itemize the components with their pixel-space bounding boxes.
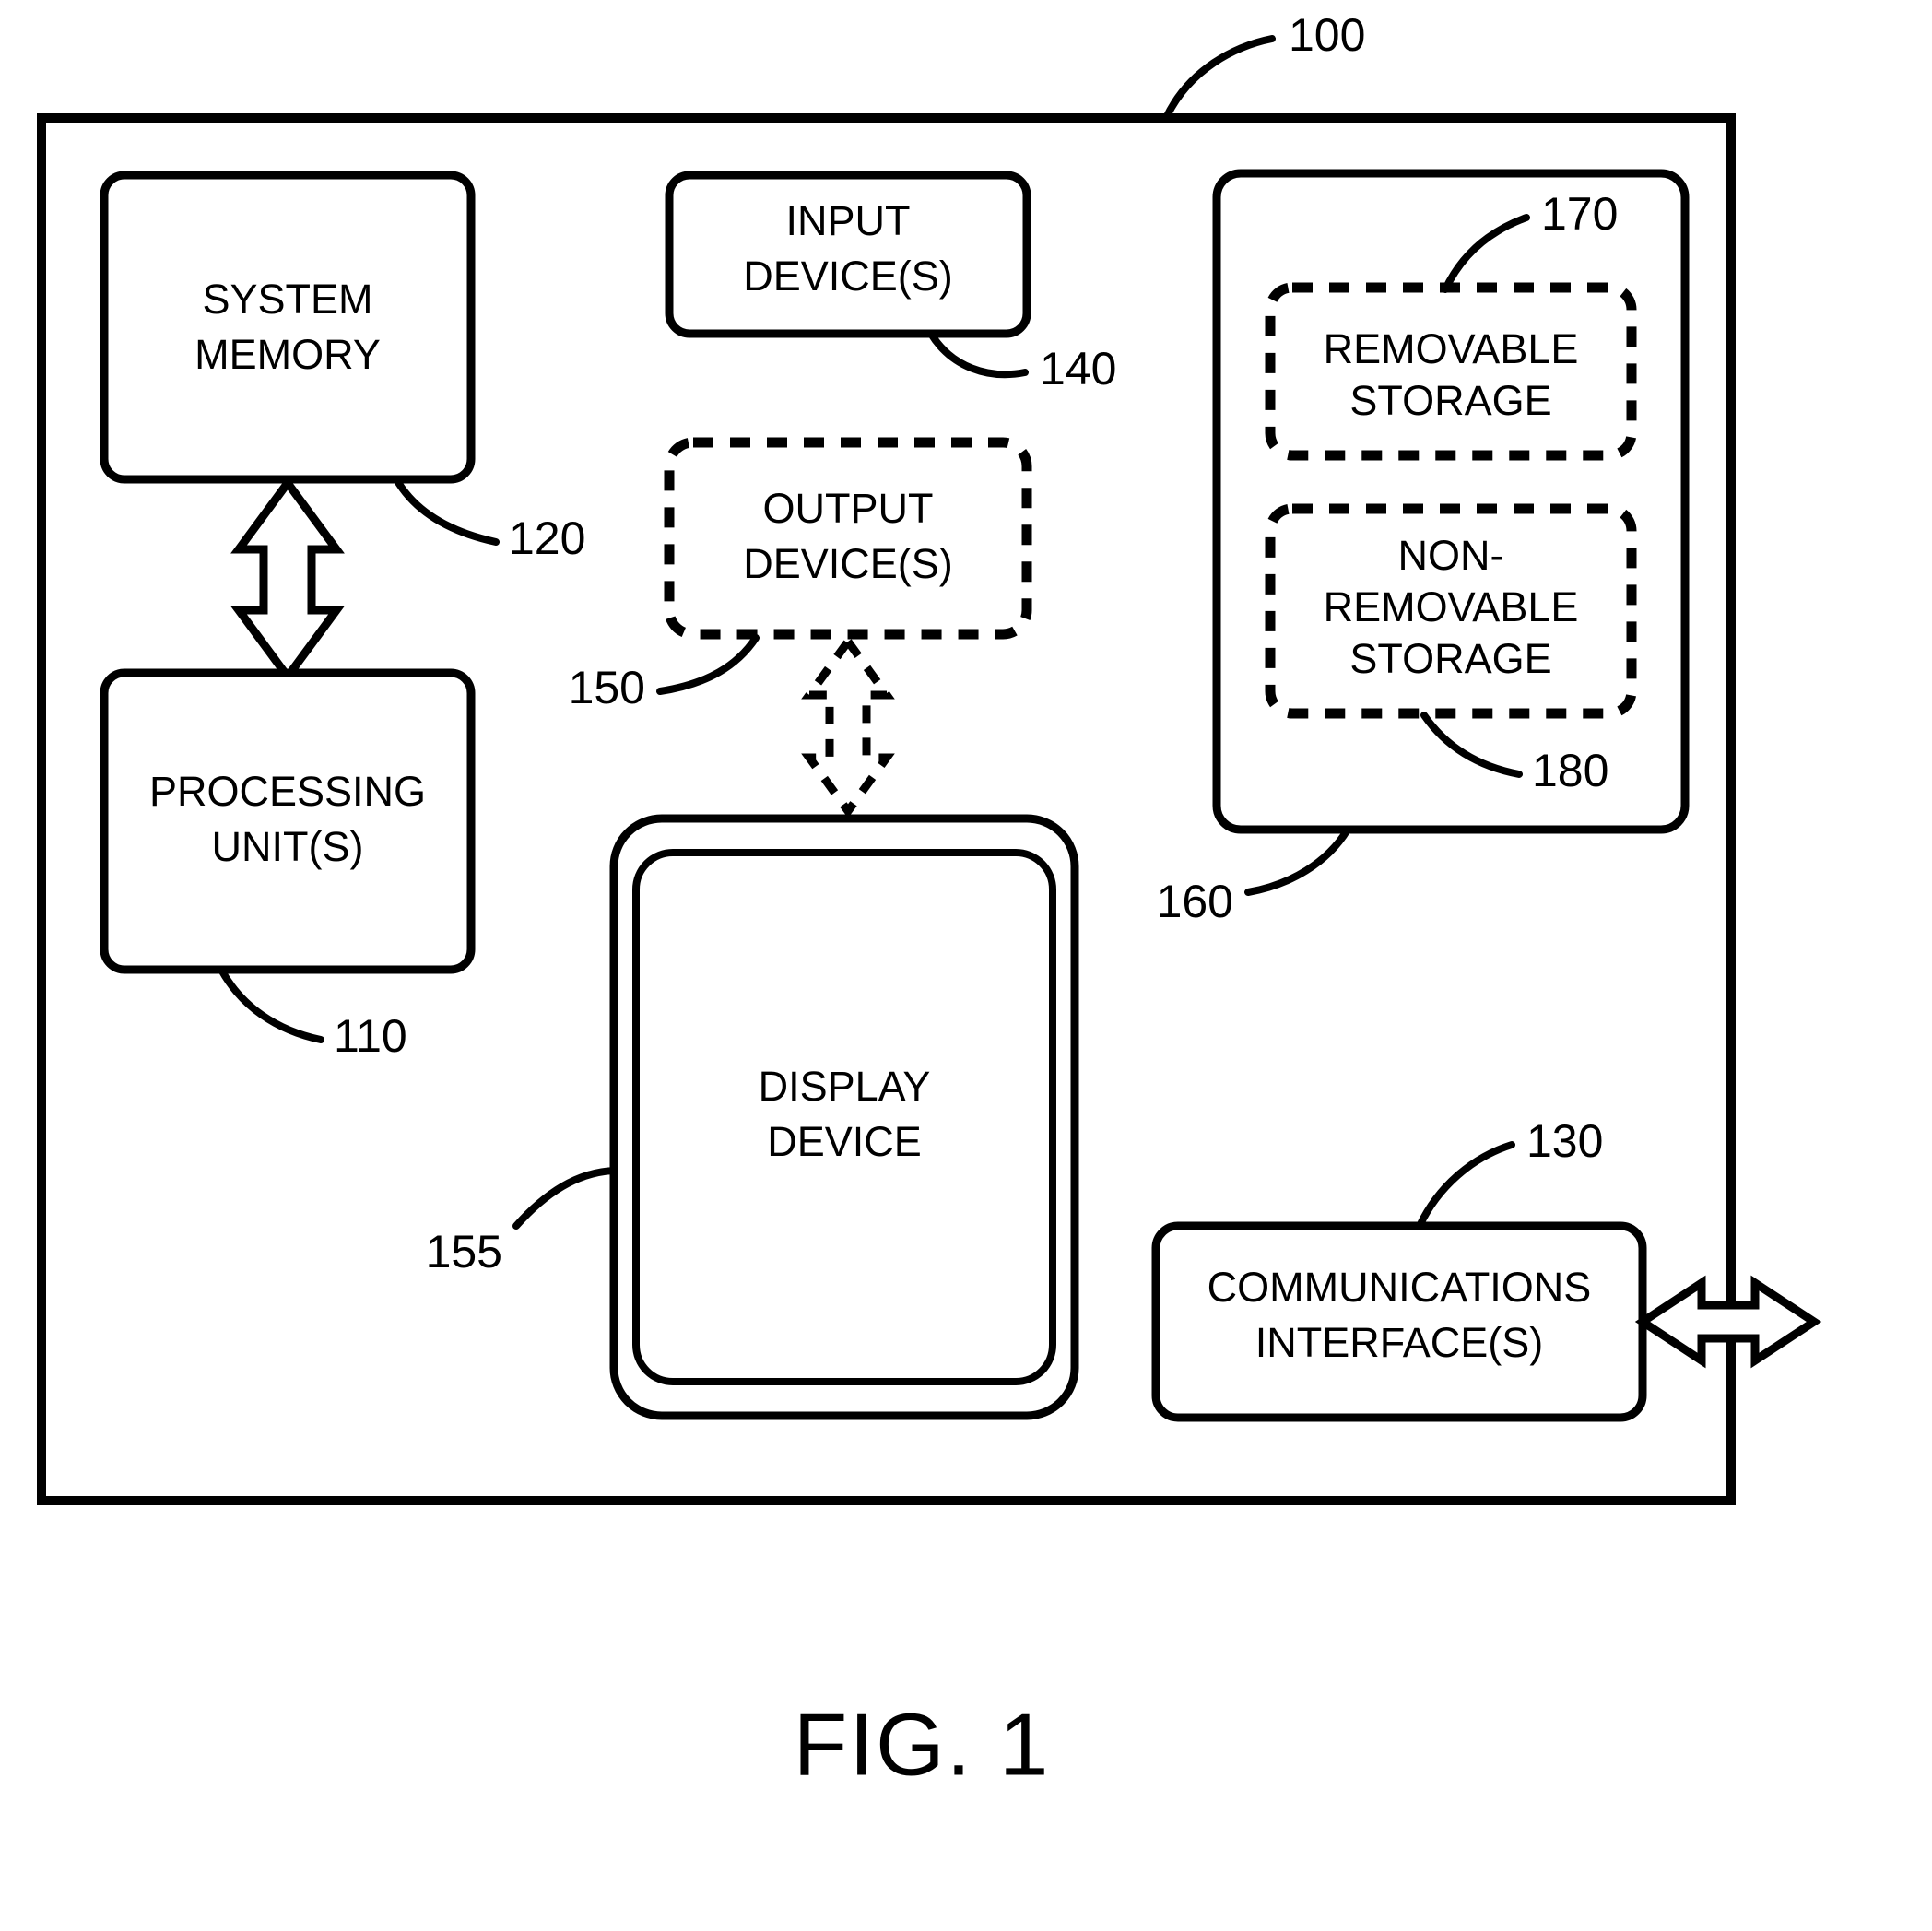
non-removable-storage-label-line1: NON- xyxy=(1398,532,1504,579)
display-device-label-line2: DEVICE xyxy=(767,1118,922,1165)
removable-storage-label-line1: REMOVABLE xyxy=(1324,325,1579,372)
processing-unit-box xyxy=(100,668,476,974)
ref-number-170: 170 xyxy=(1541,188,1618,240)
input-devices-label-line2: DEVICE(S) xyxy=(743,253,953,300)
ref-number-180: 180 xyxy=(1532,745,1608,796)
display-device-label-line1: DISPLAY xyxy=(759,1063,931,1110)
processing-unit-label-line1: PROCESSING xyxy=(149,768,426,815)
processing-unit-label-line2: UNIT(S) xyxy=(212,823,364,870)
ref-number-110: 110 xyxy=(334,1010,407,1062)
ref-number-160: 160 xyxy=(1157,876,1233,927)
non-removable-storage-label-line3: STORAGE xyxy=(1349,635,1551,682)
input-devices-label-line1: INPUT xyxy=(786,197,911,244)
communications-interface-label-line2: INTERFACE(S) xyxy=(1255,1319,1544,1366)
figure-1-diagram: 100 SYSTEM MEMORY 120 PROCESSING UNIT(S)… xyxy=(37,9,1822,1794)
ref-number-130: 130 xyxy=(1526,1115,1603,1167)
ref-number-120: 120 xyxy=(509,512,585,564)
ref-number-150: 150 xyxy=(569,662,645,713)
output-devices-box xyxy=(664,437,1032,640)
non-removable-storage-label-line2: REMOVABLE xyxy=(1324,583,1579,630)
communications-interface-label-line1: COMMUNICATIONS xyxy=(1208,1264,1592,1311)
system-memory-label-line2: MEMORY xyxy=(194,331,381,378)
output-devices-label-line1: OUTPUT xyxy=(763,485,934,532)
output-devices-label-line2: DEVICE(S) xyxy=(743,540,953,587)
patent-figure-1: 100 SYSTEM MEMORY 120 PROCESSING UNIT(S)… xyxy=(0,0,1932,1931)
ref-number-140: 140 xyxy=(1040,343,1116,394)
system-memory-box xyxy=(100,171,476,484)
system-memory-label-line1: SYSTEM xyxy=(202,276,372,323)
leader-line-100 xyxy=(1162,35,1276,122)
figure-caption: FIG. 1 xyxy=(794,1695,1051,1794)
ref-number-155: 155 xyxy=(426,1226,502,1278)
removable-storage-label-line2: STORAGE xyxy=(1349,377,1551,424)
ref-number-100: 100 xyxy=(1289,9,1365,61)
